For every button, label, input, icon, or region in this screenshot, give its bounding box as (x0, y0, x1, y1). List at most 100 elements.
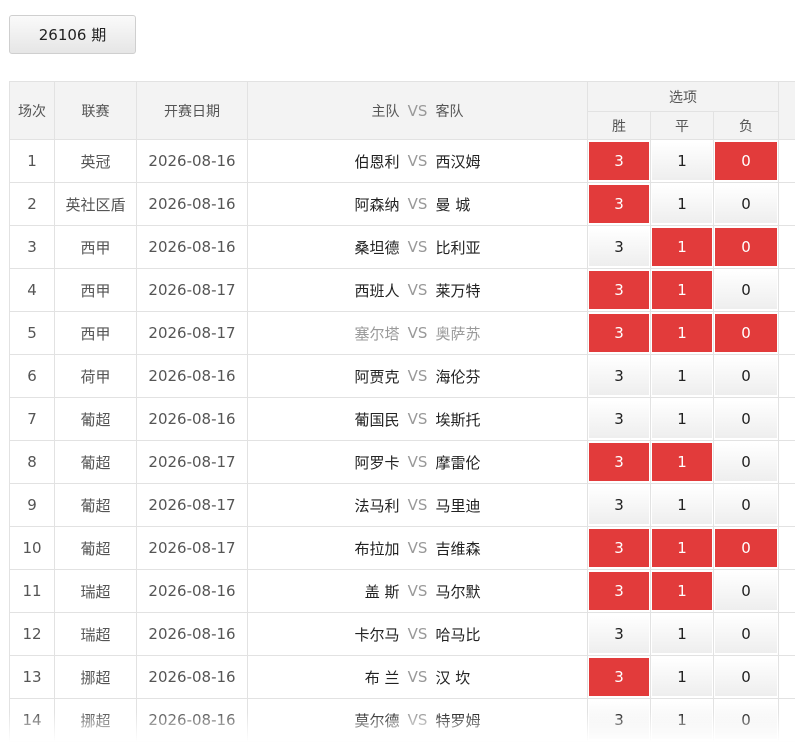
option-draw-button[interactable]: 1 (652, 572, 712, 610)
option-cell: 0 (712, 569, 780, 613)
option-draw-button[interactable]: 1 (652, 529, 712, 567)
vs-label: VS (407, 195, 428, 213)
option-draw-button[interactable]: 1 (652, 142, 712, 180)
option-lose-button[interactable]: 0 (715, 572, 778, 610)
vs-label: VS (407, 281, 428, 299)
home-team: 阿森纳 (354, 195, 400, 214)
header-draw: 平 (650, 111, 714, 140)
away-team: 摩雷伦 (435, 453, 481, 472)
row-league: 西甲 (54, 311, 137, 355)
option-draw-button[interactable]: 1 (652, 658, 712, 696)
row-match: 塞尔塔 VS 奥萨苏 (247, 311, 588, 355)
option-lose-button[interactable]: 0 (715, 228, 778, 266)
table-row: 4 西甲 2026-08-17 西班人 VS 莱万特 3 1 0 (9, 268, 795, 312)
row-number: 2 (9, 182, 55, 226)
table-row: 6 荷甲 2026-08-16 阿贾克 VS 海伦芬 3 1 0 (9, 354, 795, 398)
option-win-button[interactable]: 3 (589, 271, 649, 309)
row-match: 布 兰 VS 汉 坎 (247, 655, 588, 699)
row-extra (778, 440, 795, 484)
option-lose-button[interactable]: 0 (715, 400, 778, 438)
row-date: 2026-08-17 (136, 526, 248, 570)
option-win-button[interactable]: 3 (589, 615, 649, 653)
header-extra (778, 81, 795, 140)
option-draw-button[interactable]: 1 (652, 357, 712, 395)
option-lose-button[interactable]: 0 (715, 185, 778, 223)
option-win-button[interactable]: 3 (589, 572, 649, 610)
header-vs: VS (407, 101, 428, 120)
option-win-button[interactable]: 3 (589, 658, 649, 696)
row-date: 2026-08-16 (136, 612, 248, 656)
option-draw-button[interactable]: 1 (652, 228, 712, 266)
row-number: 5 (9, 311, 55, 355)
option-win-button[interactable]: 3 (589, 185, 649, 223)
home-team: 法马利 (354, 496, 400, 515)
vs-label: VS (407, 496, 428, 514)
row-match: 桑坦德 VS 比利亚 (247, 225, 588, 269)
row-match: 法马利 VS 马里迪 (247, 483, 588, 527)
header-league: 联赛 (54, 81, 137, 140)
option-lose-button[interactable]: 0 (715, 486, 778, 524)
option-draw-button[interactable]: 1 (652, 314, 712, 352)
bottom-fade (0, 712, 795, 742)
option-cell: 3 (587, 311, 651, 355)
option-cell: 1 (650, 225, 714, 269)
row-extra (778, 569, 795, 613)
option-draw-button[interactable]: 1 (652, 271, 712, 309)
row-league: 西甲 (54, 225, 137, 269)
option-win-button[interactable]: 3 (589, 486, 649, 524)
header-options: 选项 (586, 81, 780, 112)
option-lose-button[interactable]: 0 (715, 615, 778, 653)
vs-label: VS (407, 582, 428, 600)
home-team: 盖 斯 (364, 582, 400, 601)
option-lose-button[interactable]: 0 (715, 271, 778, 309)
header-match: 主队 VS 客队 (247, 81, 588, 140)
table-row: 2 英社区盾 2026-08-16 阿森纳 VS 曼 城 310 (9, 182, 795, 226)
away-team: 莱万特 (435, 281, 481, 300)
option-lose-button[interactable]: 0 (715, 658, 778, 696)
option-lose-button[interactable]: 0 (715, 529, 778, 567)
row-match: 西班人 VS 莱万特 (247, 268, 588, 312)
row-match: 布拉加 VS 吉维森 (247, 526, 588, 570)
option-win-button[interactable]: 3 (589, 314, 649, 352)
away-team: 曼 城 (435, 195, 471, 214)
option-draw-button[interactable]: 1 (652, 443, 712, 481)
option-win-button[interactable]: 3 (589, 400, 649, 438)
option-cell: 3 (587, 268, 651, 312)
row-date: 2026-08-16 (136, 569, 248, 613)
vs-label: VS (407, 324, 428, 342)
option-draw-button[interactable]: 1 (652, 486, 712, 524)
option-lose-button[interactable]: 0 (715, 142, 778, 180)
option-win-button[interactable]: 3 (589, 142, 649, 180)
row-date: 2026-08-16 (136, 225, 248, 269)
home-team: 伯恩利 (354, 152, 400, 171)
option-cell: 1 (650, 612, 714, 656)
option-cell: 1 (650, 268, 714, 312)
option-draw-button[interactable]: 1 (652, 185, 712, 223)
option-lose-button[interactable]: 0 (715, 314, 778, 352)
home-team: 阿罗卡 (354, 453, 400, 472)
row-league: 英冠 (54, 139, 137, 183)
option-lose-button[interactable]: 0 (715, 443, 778, 481)
period-button[interactable]: 26106 期 (9, 15, 136, 54)
option-win-button[interactable]: 3 (589, 357, 649, 395)
option-win-button[interactable]: 3 (589, 228, 649, 266)
home-team: 桑坦德 (354, 238, 400, 257)
option-draw-button[interactable]: 1 (652, 400, 712, 438)
option-win-button[interactable]: 3 (589, 443, 649, 481)
option-cell: 1 (650, 440, 714, 484)
row-date: 2026-08-17 (136, 440, 248, 484)
option-cell: 0 (712, 483, 780, 527)
vs-label: VS (407, 410, 428, 428)
option-draw-button[interactable]: 1 (652, 615, 712, 653)
row-extra (778, 397, 795, 441)
option-cell: 0 (712, 311, 780, 355)
vs-label: VS (407, 453, 428, 471)
table-row: 5 西甲 2026-08-17 塞尔塔 VS 奥萨苏 3 1 0 (9, 311, 795, 355)
row-date: 2026-08-16 (136, 182, 248, 226)
table-row: 8 葡超 2026-08-17 阿罗卡 VS 摩雷伦 3 1 0 (9, 440, 795, 484)
row-extra (778, 225, 795, 269)
table-row: 11 瑞超 2026-08-16 盖 斯 VS 马尔默 3 1 0 (9, 569, 795, 613)
option-win-button[interactable]: 3 (589, 529, 649, 567)
option-cell: 0 (712, 268, 780, 312)
option-lose-button[interactable]: 0 (715, 357, 778, 395)
